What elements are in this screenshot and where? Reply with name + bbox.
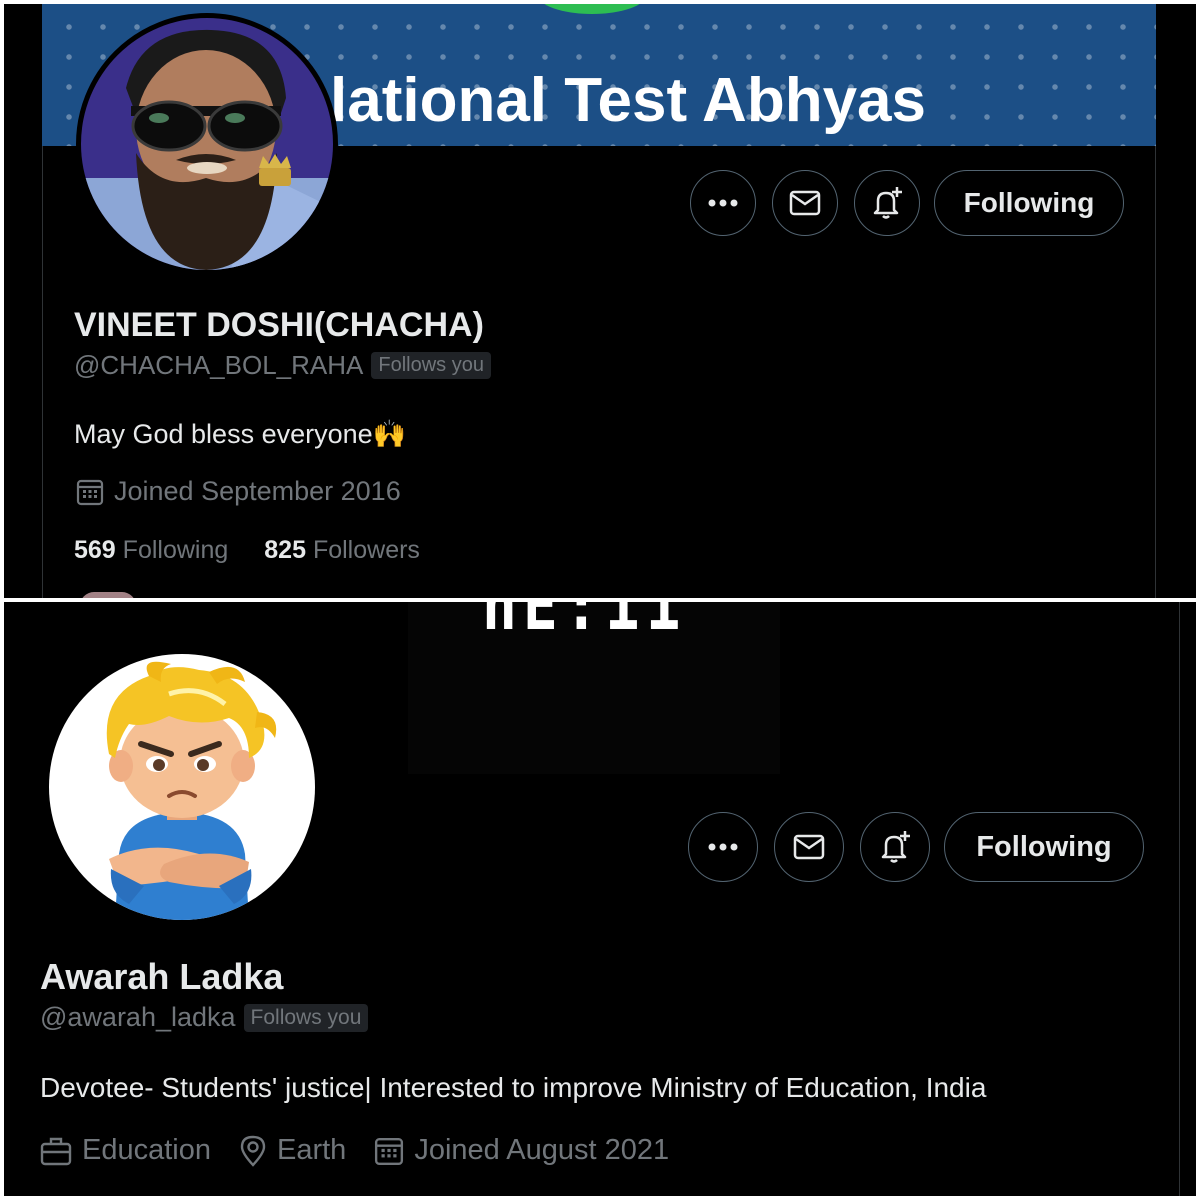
joined-text: Joined September 2016 — [114, 476, 401, 506]
handle-row: @awarah_ladka Follows you — [40, 1002, 369, 1033]
message-icon — [793, 834, 825, 860]
avatar-image — [81, 18, 333, 270]
calendar-icon — [375, 1137, 404, 1165]
more-options-button[interactable] — [688, 812, 758, 882]
more-options-button[interactable] — [690, 170, 756, 236]
joined-date: Joined August 2021 — [374, 1134, 669, 1167]
followers-count: 825 — [264, 536, 306, 564]
profile-category: Education — [40, 1134, 211, 1167]
profile-location: Earth — [239, 1134, 346, 1167]
followers-stat[interactable]: 825 Followers — [264, 536, 420, 565]
following-button[interactable]: Following — [934, 170, 1124, 236]
following-stat[interactable]: 569 Following — [74, 536, 228, 565]
notification-bell-plus-icon — [881, 831, 910, 863]
notifications-button[interactable] — [854, 170, 920, 236]
location-pin-icon — [240, 1135, 266, 1167]
banner-logo — [537, 4, 647, 14]
more-icon — [708, 199, 738, 207]
bio: May God bless everyone🙌 — [74, 419, 407, 449]
display-name: Awarah Ladka — [40, 956, 284, 997]
profile-meta: Joined September 2016 — [76, 476, 429, 507]
avatar[interactable] — [76, 13, 338, 275]
banner-title: lational Test Abhyas — [330, 66, 927, 135]
message-icon — [789, 190, 821, 216]
more-icon — [708, 843, 738, 851]
briefcase-icon — [40, 1137, 72, 1165]
joined-text: Joined August 2021 — [414, 1134, 670, 1166]
handle: @awarah_ladka — [40, 1002, 236, 1032]
follows-you-badge: Follows you — [243, 1003, 369, 1032]
category-text: Education — [82, 1134, 211, 1166]
notifications-button[interactable] — [860, 812, 930, 882]
display-name: VINEET DOSHI(CHACHA) — [74, 306, 484, 344]
handle: @CHACHA_BOL_RAHA — [74, 350, 364, 380]
avatar[interactable] — [44, 649, 320, 925]
follow-stats: 569 Following 825 Followers — [74, 536, 456, 565]
profile-panel-chacha: lational Test Abhyas Following VINEET DO… — [4, 4, 1196, 598]
following-stat-label: Following — [122, 536, 229, 564]
calendar-icon — [76, 479, 104, 505]
profile-meta: Education Earth Joined August 2021 — [40, 1134, 697, 1167]
location-text: Earth — [277, 1134, 347, 1166]
profile-panel-awarah: nE:11 Following Awarah Ladka @awarah_lad… — [4, 602, 1196, 1196]
profile-banner[interactable]: nE:11 — [408, 602, 780, 774]
banner-title: nE:11 — [482, 602, 687, 646]
following-count: 569 — [74, 536, 116, 564]
next-avatar-peek — [80, 592, 136, 598]
followers-stat-label: Followers — [312, 536, 420, 564]
bio: Devotee- Students' justice| Interested t… — [40, 1072, 987, 1103]
following-button[interactable]: Following — [944, 812, 1144, 882]
follows-you-badge: Follows you — [371, 352, 491, 379]
avatar-image — [49, 654, 315, 920]
joined-date: Joined September 2016 — [76, 476, 401, 507]
notification-bell-plus-icon — [873, 187, 902, 219]
message-button[interactable] — [774, 812, 844, 882]
message-button[interactable] — [772, 170, 838, 236]
handle-row: @CHACHA_BOL_RAHA Follows you — [74, 350, 491, 381]
